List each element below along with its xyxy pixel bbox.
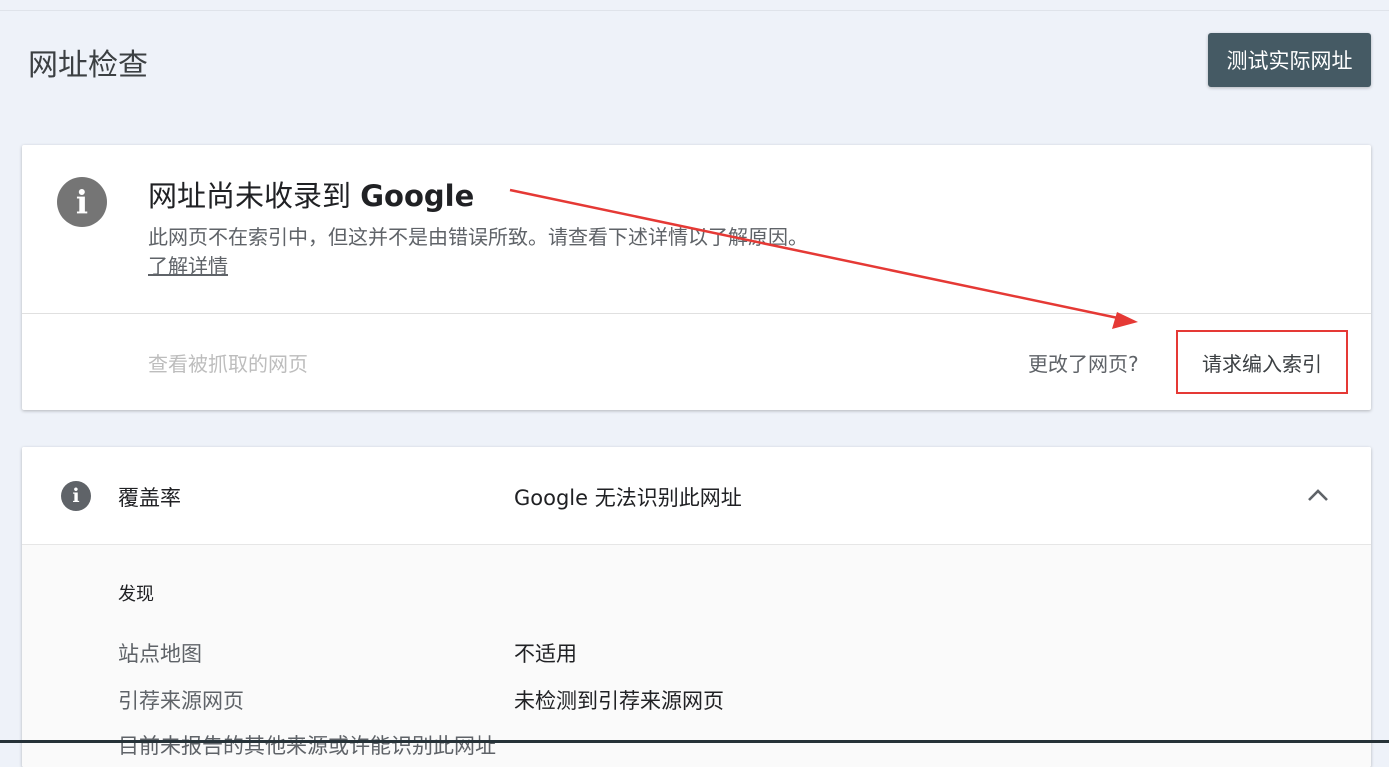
status-description: 此网页不在索引中，但这并不是由错误所致。请查看下述详情以了解原因。 (148, 225, 808, 249)
info-icon: i (61, 481, 91, 511)
coverage-card: i 覆盖率 Google 无法识别此网址 发现 站点地图 不适用 引荐来源网页 … (22, 447, 1371, 767)
coverage-details: 发现 站点地图 不适用 引荐来源网页 未检测到引荐来源网页 目前未报告的其他来源… (22, 545, 1371, 767)
discovery-section-title: 发现 (118, 584, 154, 605)
coverage-status: Google 无法识别此网址 (514, 486, 742, 510)
status-title: 网址尚未收录到 Google (148, 173, 474, 215)
detail-row-value: 未检测到引荐来源网页 (514, 689, 724, 713)
status-title-text: 网址尚未收录到 (148, 179, 361, 213)
coverage-header[interactable]: i 覆盖率 Google 无法识别此网址 (22, 447, 1371, 545)
status-title-brand: Google (360, 179, 475, 213)
detail-row-label: 引荐来源网页 (118, 689, 244, 713)
detail-row-label: 站点地图 (118, 642, 202, 666)
page-title: 网址检查 (28, 48, 148, 83)
info-icon: i (57, 177, 107, 227)
coverage-label: 覆盖率 (118, 486, 181, 510)
detail-row-value: 不适用 (514, 642, 577, 666)
top-divider (0, 10, 1389, 11)
index-status-card: i 网址尚未收录到 Google 此网页不在索引中，但这并不是由错误所致。请查看… (22, 145, 1371, 410)
page-changed-label: 更改了网页? (1028, 352, 1139, 376)
chevron-up-icon[interactable] (1306, 485, 1330, 505)
detail-row-label: 目前未报告的其他来源或许能识别此网址 (118, 734, 496, 758)
request-indexing-button[interactable]: 请求编入索引 (1176, 330, 1348, 394)
view-crawled-page-button[interactable]: 查看被抓取的网页 (148, 348, 308, 377)
card-divider (22, 313, 1371, 314)
test-live-url-button[interactable]: 测试实际网址 (1208, 33, 1371, 87)
learn-more-link[interactable]: 了解详情 (148, 250, 228, 279)
